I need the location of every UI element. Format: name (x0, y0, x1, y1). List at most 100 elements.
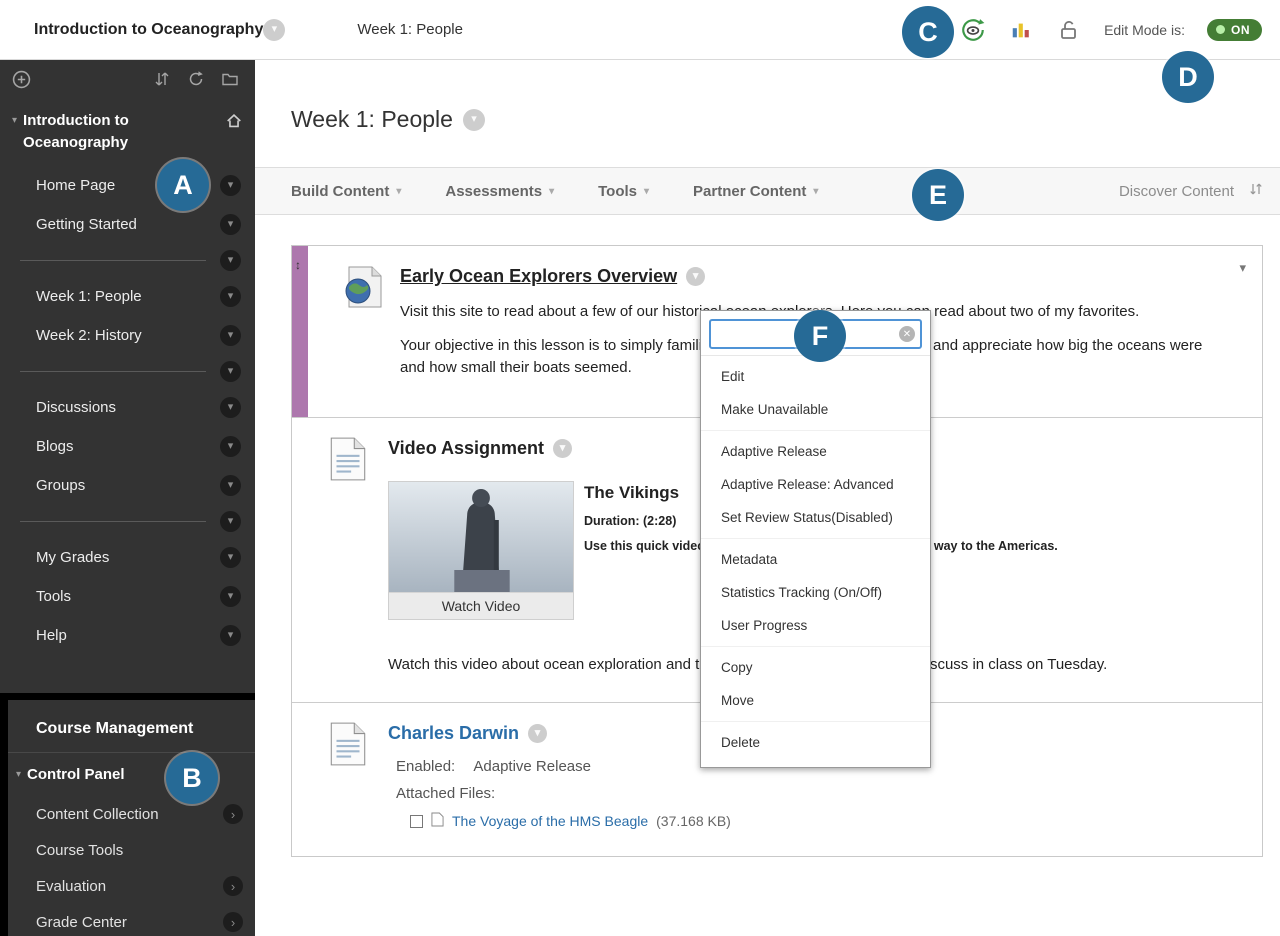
chevron-down-icon[interactable]: ▾ (220, 396, 241, 418)
enabled-value: Adaptive Release (473, 758, 591, 775)
discover-content-link[interactable]: Discover Content (1119, 183, 1234, 200)
collapse-triangle-icon[interactable]: ▾ (12, 115, 17, 126)
chevron-down-icon[interactable]: ▾ (220, 435, 241, 457)
chevron-down-icon[interactable]: ▾ (220, 624, 241, 646)
menu-item-adaptive-release[interactable]: Adaptive Release (701, 435, 930, 468)
unlocked-padlock-icon[interactable] (1056, 17, 1082, 43)
menu-item-move[interactable]: Move (701, 684, 930, 717)
course-menu-nav: Home Page ▾ Getting Started ▾ ▾ Week 1: … (0, 166, 255, 655)
menu-item-copy[interactable]: Copy (701, 651, 930, 684)
chevron-down-icon[interactable]: ▾ (686, 267, 706, 286)
chevron-down-icon[interactable]: ▾ (462, 108, 485, 131)
sidebar-divider: ▾ (0, 355, 255, 388)
chevron-down-icon[interactable]: ▾ (220, 324, 241, 346)
chevron-down-icon[interactable]: ▾ (220, 546, 241, 568)
clear-search-icon[interactable]: ✕ (899, 326, 915, 342)
sidebar-item-my-grades[interactable]: My Grades ▾ (0, 538, 255, 577)
menu-item-make-unavailable[interactable]: Make Unavailable (701, 393, 930, 426)
theme-palette-icon[interactable] (1008, 17, 1034, 43)
sidebar-item-getting-started[interactable]: Getting Started ▾ (0, 205, 255, 244)
annotation-badge-e: E (912, 169, 964, 221)
chevron-down-icon[interactable]: ▾ (220, 585, 241, 607)
menu-item-edit[interactable]: Edit (701, 360, 930, 393)
sidebar-item-week-1-people[interactable]: Week 1: People ▾ (0, 277, 255, 316)
file-checkbox[interactable] (410, 814, 423, 828)
action-bar: Build Content ▾ Assessments ▾ Tools ▾ Pa… (255, 167, 1280, 215)
file-icon (431, 812, 444, 830)
annotation-badge-a: A (157, 159, 209, 211)
sidebar-item-help[interactable]: Help ▾ (0, 616, 255, 655)
sidebar-item-groups[interactable]: Groups ▾ (0, 466, 255, 505)
build-content-button[interactable]: Build Content ▾ (291, 183, 401, 200)
chevron-down-icon[interactable]: ▾ (220, 360, 241, 382)
home-icon[interactable] (225, 112, 243, 135)
menu-item-adaptive-release-advanced[interactable]: Adaptive Release: Advanced (701, 468, 930, 501)
divider-line (20, 370, 206, 372)
menu-item-user-progress[interactable]: User Progress (701, 609, 930, 642)
attached-file-link[interactable]: The Voyage of the HMS Beagle (452, 813, 648, 829)
chevron-down-icon[interactable]: ▾ (220, 474, 241, 496)
menu-item-metadata[interactable]: Metadata (701, 543, 930, 576)
annotation-badge-f: F (794, 310, 846, 362)
sidebar-item-label: Getting Started (36, 215, 137, 233)
menu-group: Delete (701, 721, 930, 763)
item-title-link[interactable]: Charles Darwin (388, 723, 519, 744)
sidebar-item-label: Week 1: People (36, 287, 142, 305)
collapse-icon[interactable]: ▾ (1239, 260, 1246, 276)
sidebar-item-discussions[interactable]: Discussions ▾ (0, 388, 255, 427)
control-panel-label: Control Panel (27, 766, 125, 783)
chevron-right-icon[interactable]: › (223, 912, 243, 932)
sidebar-item-evaluation[interactable]: Evaluation › (8, 868, 255, 904)
partner-content-label: Partner Content (693, 182, 807, 200)
action-bar-right: Discover Content (1119, 181, 1264, 202)
sidebar-item-home-page[interactable]: Home Page ▾ (0, 166, 255, 205)
course-menu-sidebar: ▾ Introduction to Oceanography Home Page… (0, 60, 255, 936)
partner-content-button[interactable]: Partner Content ▾ (693, 183, 818, 200)
control-panel-header[interactable]: ▾ Control Panel (8, 753, 255, 796)
sidebar-item-label: Week 2: History (36, 326, 142, 344)
chevron-down-icon[interactable]: ▾ (528, 724, 548, 743)
divider-line (20, 520, 206, 522)
chevron-down-icon[interactable]: ▾ (220, 174, 241, 196)
sidebar-item-course-tools[interactable]: Course Tools (8, 832, 255, 868)
tools-button[interactable]: Tools ▾ (598, 183, 649, 200)
course-management-panel: Course Management ▾ Control Panel Conten… (0, 700, 255, 936)
sort-order-icon[interactable] (1248, 181, 1264, 202)
watch-video-button[interactable]: Watch Video (389, 591, 573, 619)
sidebar-item-tools[interactable]: Tools ▾ (0, 577, 255, 616)
toggle-dot (1216, 25, 1225, 34)
folder-view-icon[interactable] (221, 68, 243, 90)
reorder-icon[interactable] (153, 68, 175, 90)
menu-item-delete[interactable]: Delete (701, 726, 930, 759)
sidebar-item-week-2-history[interactable]: Week 2: History ▾ (0, 316, 255, 355)
item-title-link[interactable]: Early Ocean Explorers Overview (400, 266, 677, 287)
chevron-down-icon[interactable]: ▾ (220, 285, 241, 307)
top-bar: Introduction to Oceanography ▾ Week 1: P… (0, 0, 1280, 60)
sidebar-item-blogs[interactable]: Blogs ▾ (0, 427, 255, 466)
edit-mode-toggle[interactable]: ON (1207, 18, 1262, 41)
refresh-icon[interactable] (187, 68, 209, 90)
menu-item-set-review-status[interactable]: Set Review Status(Disabled) (701, 501, 930, 534)
chevron-down-icon: ▾ (396, 185, 402, 197)
divider-line (20, 259, 206, 261)
chevron-down-icon[interactable]: ▾ (220, 510, 241, 532)
add-menu-item-icon[interactable] (12, 68, 34, 90)
sidebar-course-header: ▾ Introduction to Oceanography (0, 98, 255, 166)
menu-item-statistics-tracking[interactable]: Statistics Tracking (On/Off) (701, 576, 930, 609)
drag-handle-icon[interactable]: ↕ (295, 258, 301, 272)
course-menu: ▾ Introduction to Oceanography Home Page… (0, 60, 255, 693)
chevron-down-icon[interactable]: ▾ (220, 213, 241, 235)
sidebar-item-grade-center[interactable]: Grade Center › (8, 904, 255, 936)
statue-image (389, 481, 573, 592)
chevron-right-icon[interactable]: › (223, 876, 243, 896)
sidebar-course-title: Introduction to Oceanography (23, 112, 129, 151)
collapse-triangle-icon[interactable]: ▾ (16, 769, 21, 780)
student-preview-icon[interactable] (960, 17, 986, 43)
item-options-context-menu: ✕ Edit Make Unavailable Adaptive Release… (700, 310, 931, 768)
assessments-button[interactable]: Assessments ▾ (445, 183, 554, 200)
chevron-right-icon[interactable]: › (223, 804, 243, 824)
sidebar-item-content-collection[interactable]: Content Collection › (8, 796, 255, 832)
chevron-down-icon[interactable]: ▾ (220, 249, 241, 271)
chevron-down-icon[interactable]: ▾ (263, 18, 286, 41)
chevron-down-icon[interactable]: ▾ (553, 438, 573, 458)
